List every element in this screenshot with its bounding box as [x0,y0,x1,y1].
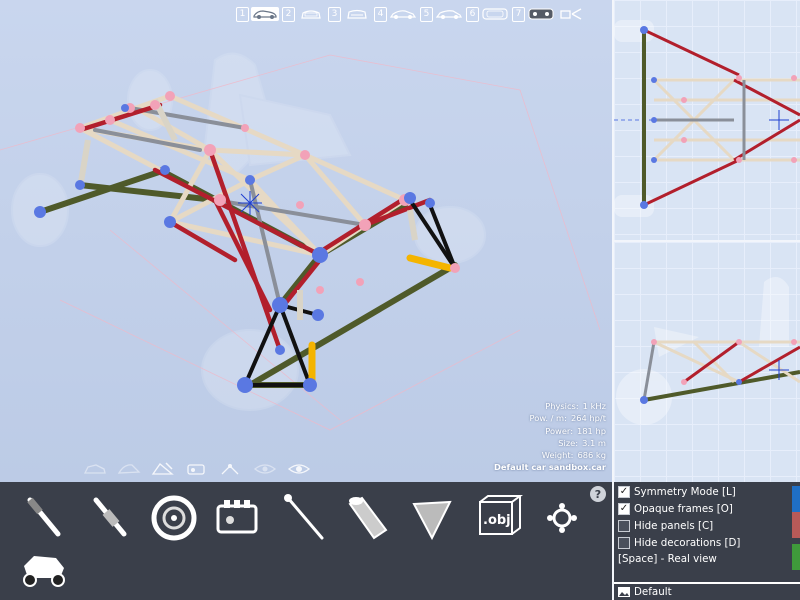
obj-import-icon[interactable]: .obj [470,490,526,546]
view-number: 1 [236,6,249,22]
options-panel: ✓ Symmetry Mode [L] ✓ Opaque frames [O] … [614,482,800,600]
view-7-button[interactable]: 7 [512,6,555,22]
view-4-button[interactable]: 4 [374,6,417,22]
eye-toggle-icon[interactable] [252,460,278,478]
real-view-label: [Space] - Real view [618,553,717,565]
color-tab-red[interactable] [792,512,800,538]
engine-toggle-icon[interactable] [184,460,210,478]
bolt-tool-icon[interactable] [16,490,72,546]
car-outline-view-icon [482,8,508,20]
opaque-frames-checkbox[interactable]: ✓ [618,503,630,515]
view-number: 4 [374,6,387,22]
parts-toolbar: .obj [0,482,612,600]
suspension-toggle-icon[interactable] [218,460,244,478]
stat-power-to-mass: Pow. / m: 264 hp/t [529,413,606,424]
side-ortho-view[interactable] [614,242,800,482]
engine-tool-icon[interactable] [210,490,266,546]
camera-toggle-button[interactable] [558,7,586,21]
rc-car-tool-icon[interactable] [16,542,72,598]
car-stats: Physics: 1 kHz Pow. / m: 264 hp/t Power: 18… [494,400,606,474]
hide-decorations-label: Hide decorations [D] [634,537,741,549]
symmetry-checkbox[interactable]: ✓ [618,486,630,498]
eye-icon[interactable] [286,460,312,478]
side-view-chassis [616,277,800,425]
hide-panels-option[interactable]: Hide panels [C] [618,520,713,532]
stat-size: Size: 3.1 m [558,437,606,448]
car-side-view-icon [389,10,417,19]
help-button[interactable]: ? [590,486,606,502]
view-2-button[interactable]: 2 [282,6,325,22]
car-parts-toggle-icon[interactable] [82,460,108,478]
stat-power: Power: 181 hp [545,425,606,436]
car-dark-view-icon [528,8,554,20]
rod-tool-icon[interactable] [276,490,332,546]
spring-tool-icon[interactable] [82,490,138,546]
view-number: 2 [282,6,295,22]
hide-decorations-checkbox[interactable] [618,537,630,549]
view-6-button[interactable]: 6 [466,6,509,22]
symmetry-mode-option[interactable]: ✓ Symmetry Mode [L] [618,486,736,498]
car-top-view-icon [251,7,279,21]
hide-decorations-option[interactable]: Hide decorations [D] [618,537,740,549]
car-body-toggle-icon[interactable] [116,460,142,478]
view-number: 6 [466,6,479,22]
view-number: 7 [512,6,525,22]
color-tab-blue[interactable] [792,486,800,512]
car-rear-view-icon [347,9,367,19]
viewport-toggles [82,460,312,478]
3d-viewport[interactable]: 1 2 3 4 5 6 7 Physics: 1 kHz Pow. / m: 2… [0,0,612,482]
view-selector: 1 2 3 4 5 6 7 [236,4,586,24]
hide-panels-checkbox[interactable] [618,520,630,532]
car-front-view-icon [301,10,321,19]
edit-frame-toggle-icon[interactable] [150,460,176,478]
opaque-frames-label: Opaque frames [O] [634,503,733,515]
view-number: 5 [420,6,433,22]
wheel-tool-icon[interactable] [146,490,202,546]
color-tab-green[interactable] [792,544,800,570]
view-1-button[interactable]: 1 [236,6,279,22]
real-view-hint: [Space] - Real view [618,553,717,565]
stat-physics: Physics: 1 kHz [545,401,606,411]
stat-weight: Weight: 686 kg [541,450,606,461]
joint-tool-icon[interactable] [534,490,590,546]
tube-tool-icon[interactable] [340,490,396,546]
view-5-button[interactable]: 5 [420,6,463,22]
top-ortho-view[interactable] [614,0,800,242]
side-views [614,0,800,482]
hide-panels-label: Hide panels [C] [634,520,714,532]
view-number: 3 [328,6,341,22]
preset-name: Default [634,586,672,598]
symmetry-label: Symmetry Mode [L] [634,486,736,498]
file-name: Default car sandbox.car [494,462,606,473]
panel-tool-icon[interactable] [404,490,460,546]
image-icon [618,587,630,597]
car-side-perspective-icon [435,10,462,19]
preset-selector[interactable]: Default [614,582,800,600]
camera-icon [560,8,582,20]
opaque-frames-option[interactable]: ✓ Opaque frames [O] [618,503,733,515]
view-3-button[interactable]: 3 [328,6,371,22]
top-view-chassis [614,20,800,217]
svg-text:.obj: .obj [483,513,511,528]
